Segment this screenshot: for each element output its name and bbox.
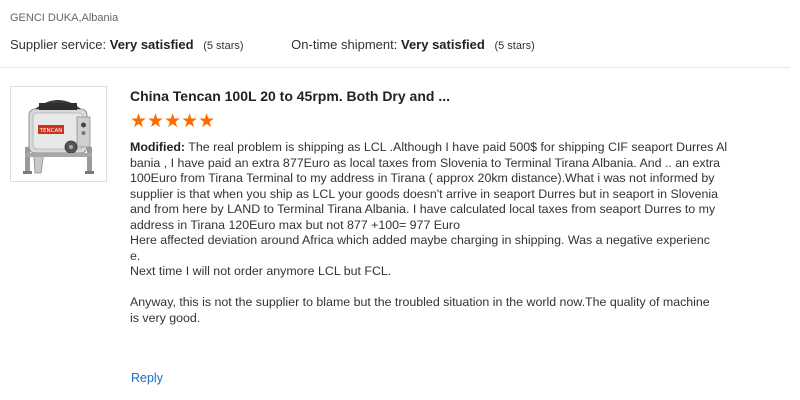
review-line: 100Euro from Tirana Terminal to my addre… xyxy=(130,171,715,185)
on-time-shipment-label: On-time shipment: xyxy=(291,37,398,52)
supplier-service-label: Supplier service: xyxy=(10,37,107,52)
supplier-service-rating: Supplier service: Very satisfied (5 star… xyxy=(10,37,244,52)
supplier-service-stars: (5 stars) xyxy=(203,40,244,52)
ratings-row: Supplier service: Very satisfied (5 star… xyxy=(10,37,535,52)
review-paragraph-gap xyxy=(130,280,740,296)
review-line: and from here by LAND to Terminal Tirana… xyxy=(130,202,716,216)
on-time-shipment-stars: (5 stars) xyxy=(494,40,535,52)
review-text: Modified: The real problem is shipping a… xyxy=(130,140,740,326)
reviewer-name: GENCI DUKA,Albania xyxy=(10,12,119,24)
review-line: e. xyxy=(130,248,141,263)
machine-image: TENCAN xyxy=(23,100,94,174)
review-line: supplier is that when you ship as LCL yo… xyxy=(130,186,719,201)
machine-logo-text: TENCAN xyxy=(39,128,63,134)
section-divider xyxy=(0,67,790,68)
supplier-service-value: Very satisfied xyxy=(109,37,194,52)
review-line: Modified: The real problem is shipping a… xyxy=(130,140,740,156)
review-line: is very good. xyxy=(130,310,201,325)
reply-link[interactable]: Reply xyxy=(131,371,163,385)
product-star-rating: ★★★★★ xyxy=(130,111,216,132)
review-line-text: The real problem is shipping as LCL .Alt… xyxy=(185,140,728,154)
product-thumbnail[interactable]: TENCAN xyxy=(10,86,107,182)
review-line: Next time I will not order anymore LCL b… xyxy=(130,264,392,278)
on-time-shipment-rating: On-time shipment: Very satisfied (5 star… xyxy=(291,37,535,52)
product-title-link[interactable]: China Tencan 100L 20 to 45rpm. Both Dry … xyxy=(130,88,450,104)
review-line: bania , I have paid an extra 877Euro as … xyxy=(130,155,721,170)
review-line: address in Tirana 120Euro max but not 87… xyxy=(130,217,460,232)
on-time-shipment-value: Very satisfied xyxy=(400,37,485,52)
modified-label: Modified: xyxy=(130,140,186,154)
review-line: Here affected deviation around Africa wh… xyxy=(130,233,710,247)
review-line: Anyway, this is not the supplier to blam… xyxy=(130,295,710,309)
